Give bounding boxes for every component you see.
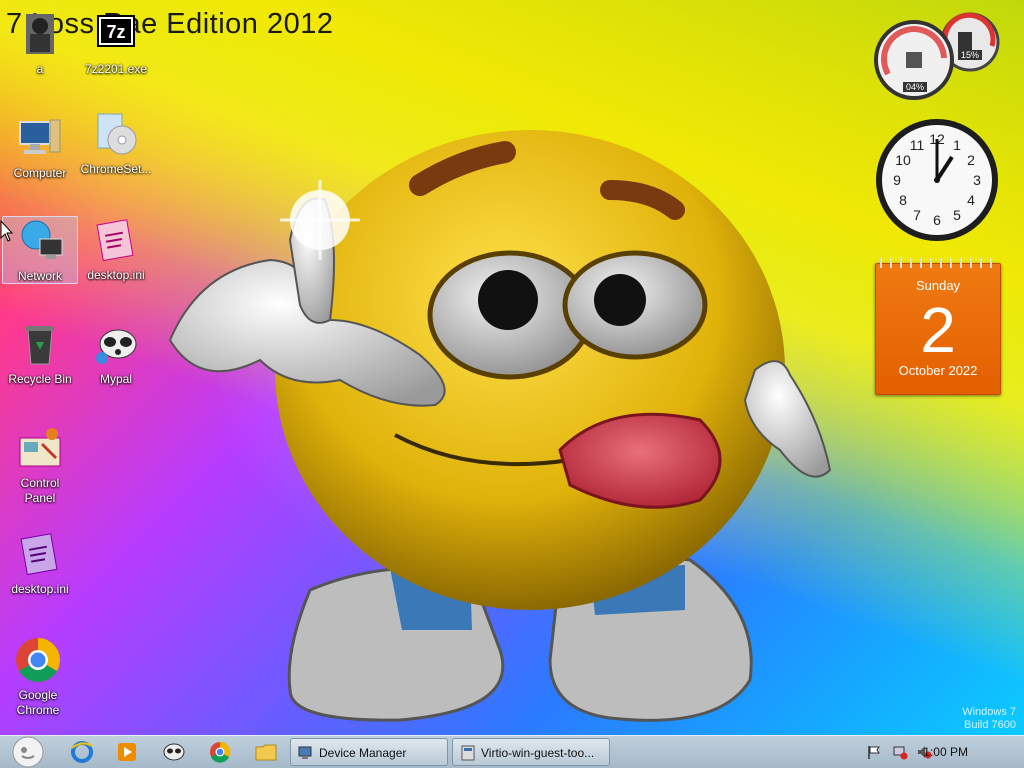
- taskbar-button-label: Virtio-win-guest-too...: [481, 746, 595, 760]
- internet-explorer-icon[interactable]: [70, 740, 94, 764]
- taskbar-button-device-manager[interactable]: Device Manager: [290, 738, 448, 766]
- desktop-icon-recycle-bin[interactable]: Recycle Bin: [4, 320, 76, 387]
- desktop-icon-chromesetup[interactable]: ChromeSet...: [80, 110, 152, 177]
- config-file-icon: [16, 530, 64, 578]
- calendar-day-name: Sunday: [915, 278, 961, 293]
- desktop-icon-desktop-ini-2[interactable]: desktop.ini: [4, 530, 76, 597]
- config-file-icon: [92, 216, 140, 264]
- desktop-icon-label: desktop.ini: [87, 268, 145, 282]
- network-globe-icon: [16, 217, 64, 265]
- clock-number-1: 1: [953, 137, 961, 153]
- media-player-icon[interactable]: [115, 740, 139, 764]
- clock-number-2: 2: [967, 152, 975, 168]
- desktop-icon-computer[interactable]: Computer: [4, 114, 76, 181]
- desktop-icon-mypal[interactable]: Mypal: [80, 320, 152, 387]
- installer-icon: [461, 745, 475, 761]
- watermark-line-2: Build 7600: [964, 719, 1016, 731]
- desktop-icon-control-panel[interactable]: Control Panel: [4, 424, 76, 506]
- clock-number-10: 10: [895, 152, 911, 168]
- chrome-icon: [14, 636, 62, 684]
- mypal-taskbar-icon[interactable]: [162, 740, 186, 764]
- computer-icon: [16, 114, 64, 162]
- desktop-icon-label: Recycle Bin: [8, 372, 72, 386]
- desktop-icon-label: a: [36, 62, 44, 76]
- 7zip-icon: 7z: [92, 10, 140, 58]
- taskbar-button-virtio-installer[interactable]: Virtio-win-guest-too...: [452, 738, 610, 766]
- desktop-icon-google-chrome[interactable]: Google Chrome: [2, 636, 74, 718]
- desktop-icon-label: ChromeSet...: [80, 162, 152, 176]
- clock-number-4: 4: [967, 192, 975, 208]
- mouse-cursor-icon: [0, 220, 14, 242]
- network-tray-icon[interactable]: [892, 744, 908, 760]
- control-panel-icon: [16, 424, 64, 472]
- taskbar: Device Manager Virtio-win-guest-too... 1…: [0, 735, 1024, 768]
- desktop-icon-label: Computer: [13, 166, 67, 180]
- taskbar-clock[interactable]: 1:00 PM: [923, 736, 968, 768]
- installer-disc-icon: [92, 110, 140, 158]
- clock-number-7: 7: [913, 207, 921, 223]
- clock-number-8: 8: [899, 192, 907, 208]
- windows-watermark: Windows 7 Build 7600: [962, 706, 1016, 732]
- clock-number-3: 3: [973, 172, 981, 188]
- desktop-icon-label: Network: [17, 269, 62, 283]
- clock-number-6: 6: [933, 212, 941, 228]
- clock-number-11: 11: [910, 137, 925, 153]
- calendar-month-year: October 2022: [898, 363, 978, 378]
- desktop-icon-a[interactable]: a: [4, 10, 76, 77]
- calendar-rings: [876, 258, 1000, 268]
- svg-text:7z: 7z: [106, 22, 125, 42]
- device-manager-icon: [298, 746, 312, 759]
- desktop-icon-7z2201[interactable]: 7z 7z2201.exe: [80, 10, 152, 77]
- action-center-flag-icon[interactable]: [866, 744, 882, 760]
- desktop-icon-desktop-ini[interactable]: desktop.ini: [80, 216, 152, 283]
- watermark-line-1: Windows 7: [962, 706, 1016, 718]
- desktop-icon-label: 7z2201.exe: [84, 62, 148, 76]
- memory-meter-value: 15%: [958, 50, 983, 60]
- recycle-bin-icon: [16, 320, 64, 368]
- desktop-icon-label: desktop.ini: [11, 582, 69, 596]
- user-figure-icon: [16, 10, 64, 58]
- calendar-day-number: 2: [920, 294, 956, 366]
- desktop-icon-label: Google Chrome: [16, 688, 60, 717]
- desktop-icon-label: Mypal: [99, 372, 132, 386]
- folder-icon[interactable]: [254, 740, 278, 764]
- smiley-wallpaper-image: [168, 130, 832, 722]
- cpu-meter-value: 04%: [903, 82, 928, 92]
- desktop-icon-label: Control Panel: [20, 476, 60, 505]
- clock-number-5: 5: [953, 207, 961, 223]
- raccoon-browser-icon: [92, 320, 140, 368]
- calendar-gadget[interactable]: Sunday 2 October 2022: [875, 258, 1001, 395]
- clock-number-9: 9: [893, 172, 901, 188]
- chrome-taskbar-icon[interactable]: [208, 740, 232, 764]
- clock-gadget[interactable]: 12 1 2 3 4 5 6 7 8 9 10 11: [874, 117, 1000, 243]
- start-button[interactable]: [6, 736, 46, 768]
- taskbar-button-label: Device Manager: [319, 746, 407, 760]
